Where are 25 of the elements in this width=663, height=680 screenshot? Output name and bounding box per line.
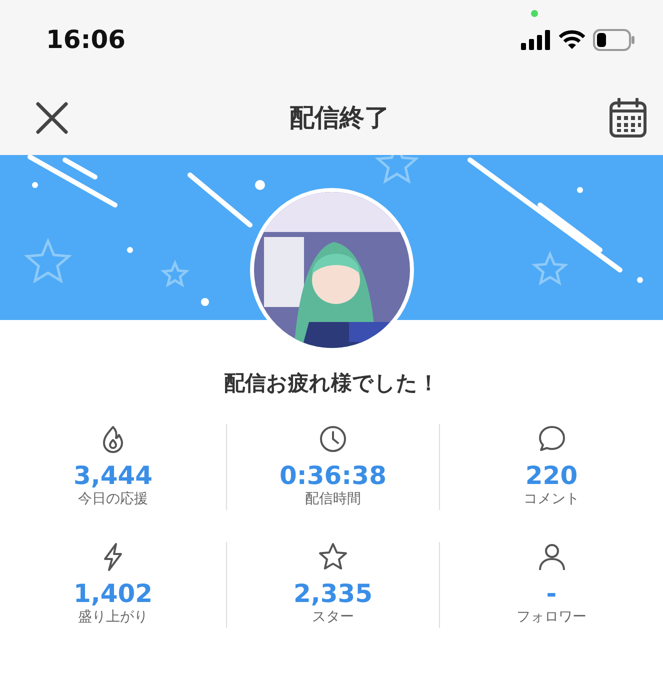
- stat-label: 今日の応援: [78, 490, 148, 509]
- battery-icon: [593, 29, 635, 51]
- stat-value: 3,444: [73, 462, 153, 489]
- calendar-button[interactable]: [609, 98, 647, 138]
- stat-label: コメント: [524, 490, 580, 509]
- screen-title: 配信終了: [290, 102, 390, 134]
- clock-icon: [318, 424, 348, 454]
- stat-value: -: [546, 580, 557, 607]
- status-time: 16:06: [46, 24, 126, 56]
- stat-value: 1,402: [73, 580, 153, 607]
- stat-value: 220: [525, 462, 578, 489]
- stat-label: フォロワー: [516, 608, 586, 627]
- stat-label: スター: [312, 608, 354, 627]
- message: 配信お疲れ様でした！: [224, 371, 439, 395]
- speech-bubble-icon: [536, 424, 566, 454]
- star-icon: [318, 542, 348, 572]
- stat-value: 0:36:38: [280, 462, 386, 489]
- stat-value: 2,335: [293, 580, 373, 607]
- stat-label: 配信時間: [305, 490, 361, 509]
- signal-icon: [521, 30, 551, 50]
- stat-label: 盛り上がり: [78, 608, 148, 627]
- privacy-indicator-icon: [531, 10, 538, 17]
- wifi-icon: [559, 30, 585, 50]
- close-button[interactable]: [34, 100, 70, 136]
- person-icon: [536, 542, 566, 572]
